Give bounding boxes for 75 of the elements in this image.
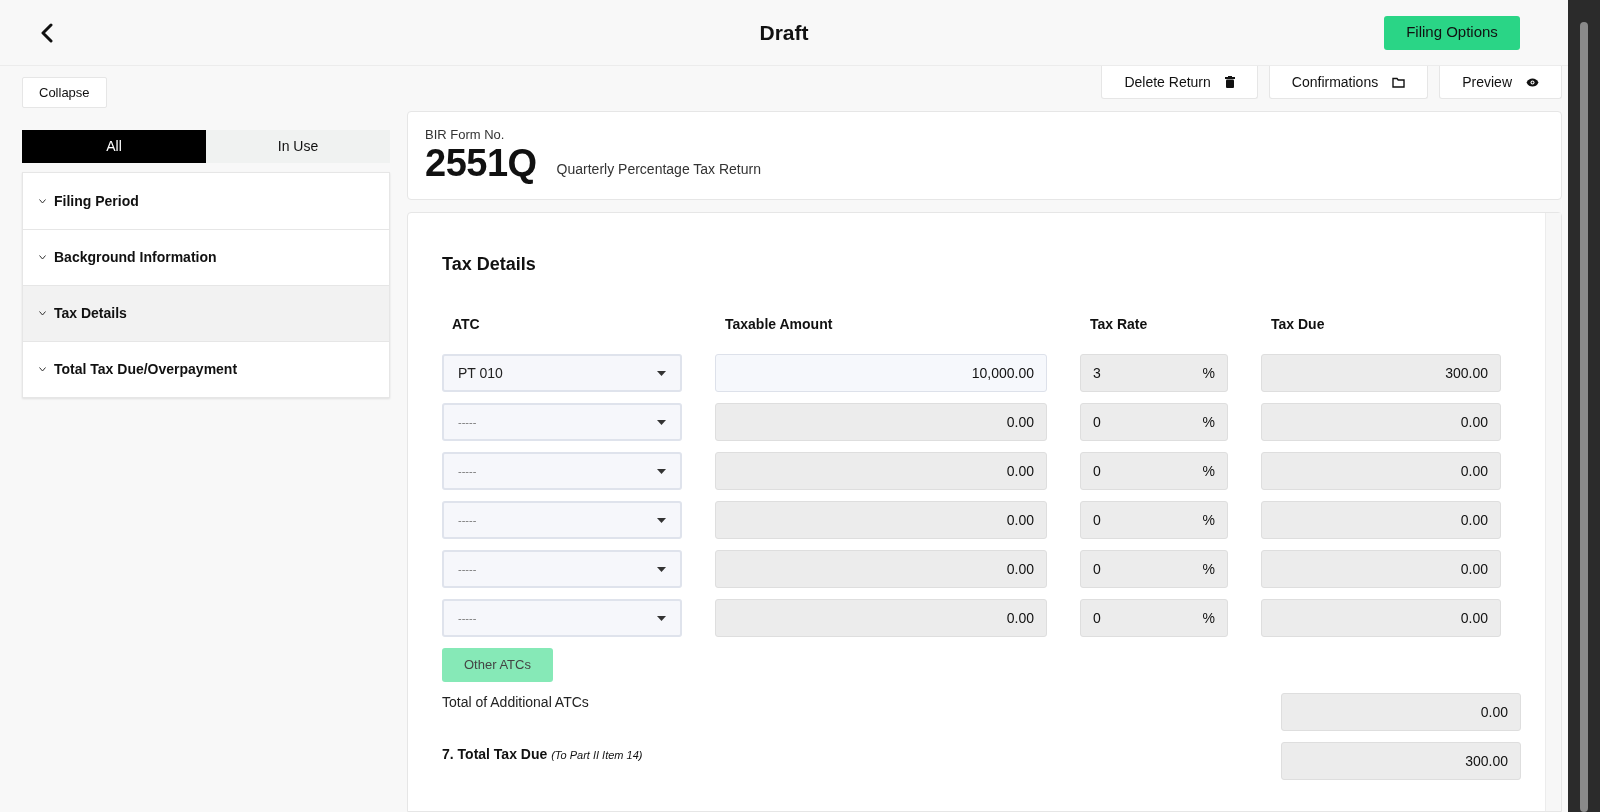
additional-atcs-field: 0.00	[1281, 693, 1521, 731]
folder-icon	[1392, 76, 1406, 88]
action-button[interactable]: Preview	[1439, 66, 1562, 99]
additional-atcs-label: Total of Additional ATCs	[442, 693, 589, 712]
rate-value: 0	[1093, 461, 1101, 481]
tax-rate-field[interactable]: 3 %	[1080, 354, 1228, 392]
atc-select[interactable]: -----	[442, 403, 682, 441]
filing-options-button[interactable]: Filing Options	[1384, 15, 1520, 50]
back-icon[interactable]	[40, 22, 54, 43]
atc-select[interactable]: -----	[442, 550, 682, 588]
atc-select[interactable]: PT 010	[442, 354, 682, 392]
atc-select[interactable]: -----	[442, 599, 682, 637]
rate-value: 0	[1093, 608, 1101, 628]
rate-value: 0	[1093, 412, 1101, 432]
chevron-icon	[39, 311, 46, 316]
percent-sign: %	[1202, 363, 1215, 383]
percent-sign: %	[1202, 510, 1215, 530]
rate-value: 3	[1093, 363, 1101, 383]
eye-icon	[1526, 77, 1539, 87]
percent-sign: %	[1202, 412, 1215, 432]
atc-select[interactable]: -----	[442, 452, 682, 490]
section-title: Tax Details	[442, 253, 537, 276]
tax-due-field: 0.00	[1261, 403, 1501, 441]
tax-due-field: 300.00	[1261, 354, 1501, 392]
caret-icon	[657, 370, 666, 376]
percent-sign: %	[1202, 559, 1215, 579]
caret-icon	[657, 517, 666, 523]
filter-tab[interactable]: All	[22, 130, 206, 163]
section-item[interactable]: Tax Details	[23, 285, 389, 341]
collapse-button[interactable]: Collapse	[22, 77, 107, 108]
chevron-icon	[39, 255, 46, 260]
section-item[interactable]: Background Information	[23, 229, 389, 285]
percent-sign: %	[1202, 461, 1215, 481]
action-button[interactable]: Delete Return	[1101, 66, 1258, 99]
scroll-thumb[interactable]	[1580, 22, 1588, 812]
tax-due-field: 0.00	[1261, 599, 1501, 637]
column-header: ATC	[451, 315, 481, 334]
form-label: BIR Form No.	[425, 128, 506, 142]
total-tax-due-label: 7. Total Tax Due (To Part II Item 14)	[442, 745, 643, 764]
page-title: Draft	[758, 19, 810, 46]
rate-value: 0	[1093, 559, 1101, 579]
tax-due-field: 0.00	[1261, 501, 1501, 539]
column-header: Taxable Amount	[724, 315, 834, 334]
section-label: Total Tax Due/Overpayment	[54, 360, 238, 379]
chevron-icon	[39, 198, 46, 204]
other-atcs-button[interactable]: Other ATCs	[442, 648, 553, 682]
chevron-icon	[39, 367, 46, 372]
taxable-amount-field[interactable]: 10,000.00	[715, 354, 1047, 392]
caret-icon	[657, 468, 666, 474]
tax-rate-field[interactable]: 0 %	[1080, 599, 1228, 637]
tax-due-field: 0.00	[1261, 452, 1501, 490]
atc-select[interactable]: -----	[442, 501, 682, 539]
action-button[interactable]: Confirmations	[1268, 66, 1429, 99]
section-label: Tax Details	[54, 304, 127, 323]
rate-value: 0	[1093, 510, 1101, 530]
form-name: Quarterly Percentage Tax Return	[556, 160, 761, 179]
tax-rate-field[interactable]: 0 %	[1080, 403, 1228, 441]
tax-rate-field[interactable]: 0 %	[1080, 452, 1228, 490]
trash-icon	[1224, 76, 1235, 88]
section-item[interactable]: Total Tax Due/Overpayment	[23, 341, 389, 397]
caret-icon	[657, 566, 666, 572]
form-number: 2551Q	[425, 142, 537, 184]
column-header: Tax Due	[1270, 315, 1326, 334]
caret-icon	[657, 419, 666, 425]
section-item[interactable]: Filing Period	[23, 173, 389, 229]
section-label: Background Information	[54, 248, 217, 267]
column-header: Tax Rate	[1089, 315, 1149, 334]
tax-due-field: 0.00	[1261, 550, 1501, 588]
filter-tab[interactable]: In Use	[206, 130, 390, 163]
tax-rate-field[interactable]: 0 %	[1080, 501, 1228, 539]
percent-sign: %	[1202, 608, 1215, 628]
section-label: Filing Period	[54, 191, 139, 211]
total-tax-due-field: 300.00	[1281, 742, 1521, 780]
caret-icon	[657, 615, 666, 621]
tax-rate-field[interactable]: 0 %	[1080, 550, 1228, 588]
